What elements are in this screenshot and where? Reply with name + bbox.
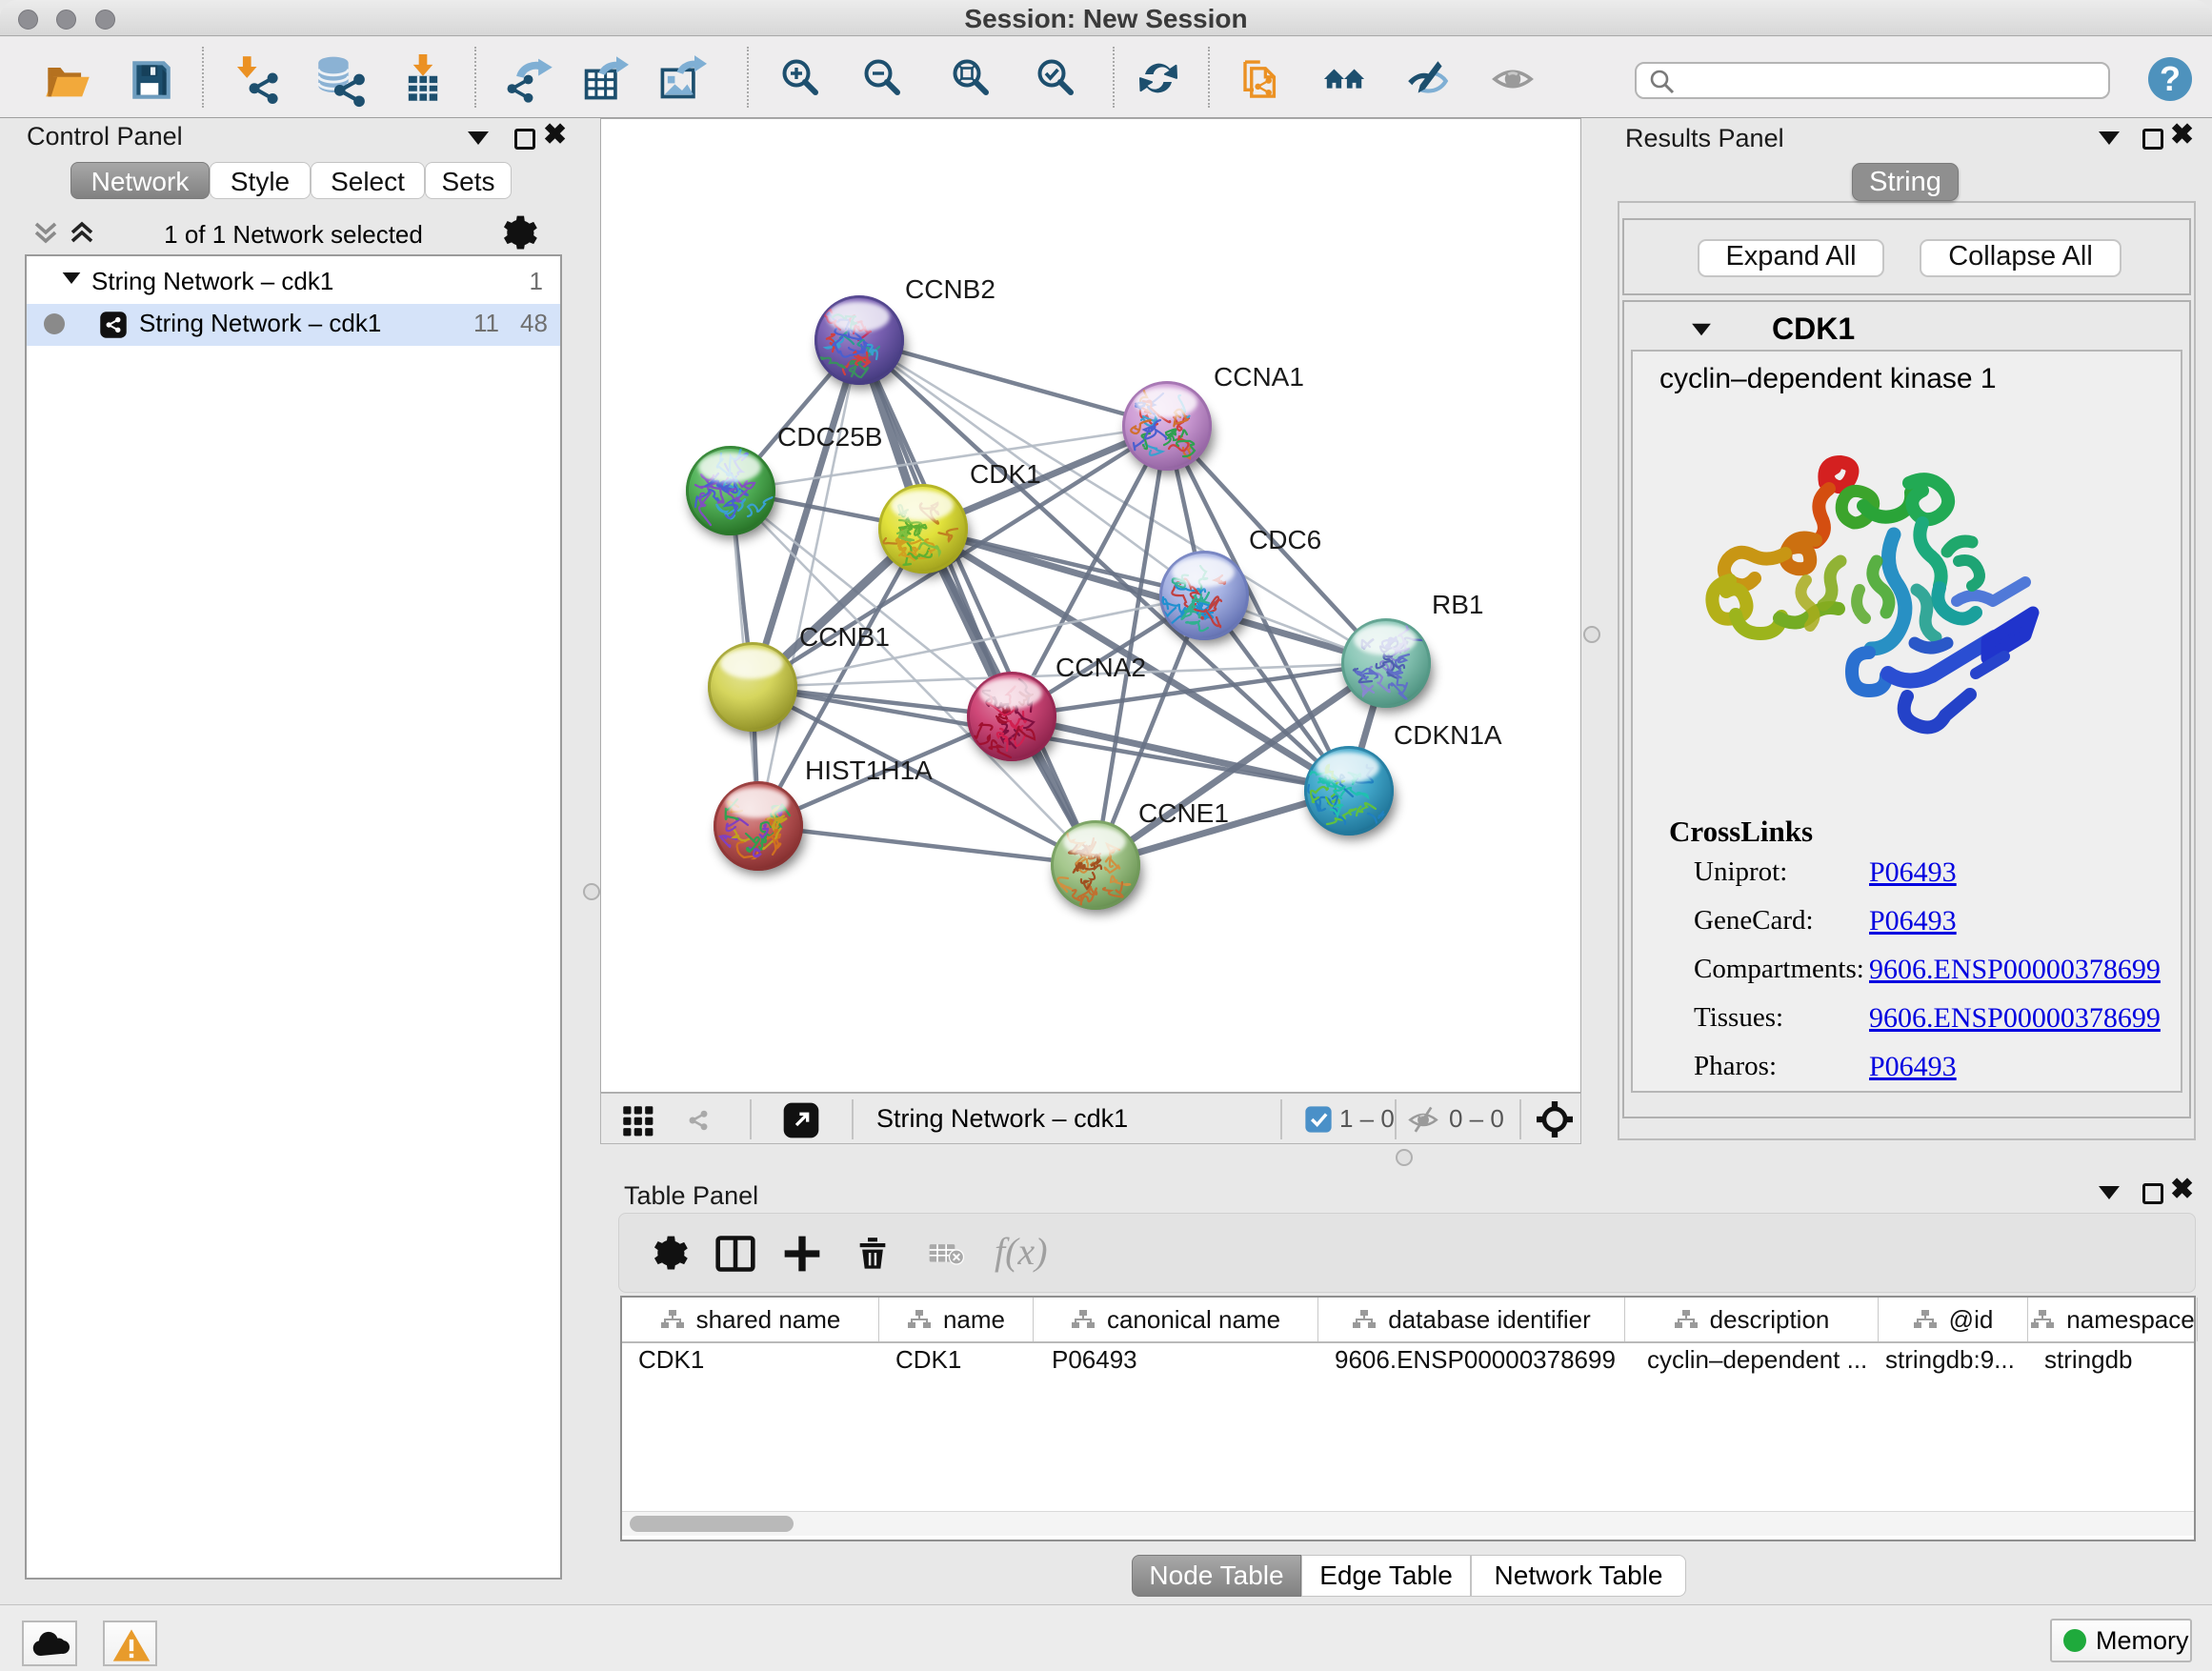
svg-text:CDC6: CDC6 [1249,525,1321,554]
svg-text:CDK1: CDK1 [970,459,1041,489]
svg-text:CCNE1: CCNE1 [1138,798,1229,828]
svg-text:HIST1H1A: HIST1H1A [805,755,933,785]
svg-text:CCNA1: CCNA1 [1214,362,1304,392]
svg-text:CCNA2: CCNA2 [1056,653,1146,682]
svg-text:CCNB2: CCNB2 [905,274,995,304]
svg-text:RB1: RB1 [1432,590,1483,619]
svg-text:CCNB1: CCNB1 [799,622,890,652]
svg-text:CDKN1A: CDKN1A [1394,720,1502,750]
svg-text:CDC25B: CDC25B [777,422,882,452]
